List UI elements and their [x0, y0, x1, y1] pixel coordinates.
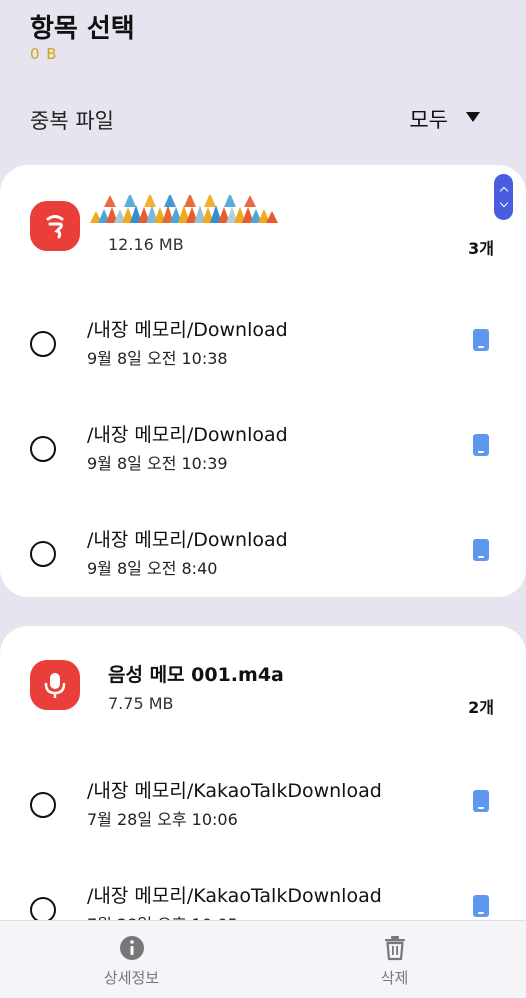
filter-label: 중복 파일: [30, 109, 114, 133]
list-item[interactable]: /내장 메모리/Download 9월 8일 오전 10:39: [0, 414, 526, 494]
phone-storage-icon: [473, 895, 489, 917]
select-radio[interactable]: [30, 331, 56, 357]
file-path: /내장 메모리/Download: [87, 319, 288, 341]
app-icon: [30, 201, 80, 251]
group-file-name: 음성 메모 001.m4a: [108, 664, 284, 686]
phone-storage-icon: [473, 790, 489, 812]
phone-storage-icon: [473, 329, 489, 351]
chevron-up-icon: [499, 186, 508, 196]
dropdown-arrow-icon[interactable]: [466, 112, 480, 122]
list-item[interactable]: /내장 메모리/Download 9월 8일 오전 8:40: [0, 519, 526, 599]
group-count: 3개: [468, 239, 494, 258]
trash-icon: [383, 935, 407, 965]
file-path: /내장 메모리/Download: [87, 424, 288, 446]
delete-button[interactable]: 삭제: [263, 921, 526, 998]
file-date: 9월 8일 오전 8:40: [87, 559, 218, 578]
fast-scroll-handle[interactable]: [494, 174, 513, 220]
chevron-down-icon: [499, 198, 508, 208]
file-path: /내장 메모리/Download: [87, 529, 288, 551]
blurred-file-name: [90, 195, 280, 227]
group-count: 2개: [468, 698, 494, 717]
select-radio[interactable]: [30, 792, 56, 818]
file-date: 9월 8일 오전 10:39: [87, 454, 228, 473]
delete-label: 삭제: [380, 969, 409, 987]
duplicate-group-card: 12.16 MB 3개 /내장 메모리/Download 9월 8일 오전 10…: [0, 165, 526, 597]
details-label: 상세정보: [103, 969, 160, 987]
file-path: /내장 메모리/KakaoTalkDownload: [87, 780, 382, 802]
bottom-action-bar: 상세정보 삭제: [0, 920, 526, 998]
duplicate-group-card: 음성 메모 001.m4a 7.75 MB 2개 /내장 메모리/KakaoTa…: [0, 626, 526, 946]
details-button[interactable]: 상세정보: [0, 921, 263, 998]
list-item[interactable]: /내장 메모리/KakaoTalkDownload 7월 28일 오후 10:0…: [0, 770, 526, 850]
file-path: /내장 메모리/KakaoTalkDownload: [87, 885, 382, 907]
selected-size: 0 B: [30, 45, 58, 63]
select-radio[interactable]: [30, 436, 56, 462]
microphone-icon: [30, 660, 80, 710]
page-title: 항목 선택: [30, 14, 135, 44]
phone-storage-icon: [473, 539, 489, 561]
filter-dropdown[interactable]: 모두: [409, 104, 448, 134]
list-item[interactable]: /내장 메모리/Download 9월 8일 오전 10:38: [0, 309, 526, 389]
phone-storage-icon: [473, 434, 489, 456]
group-file-size: 12.16 MB: [108, 235, 184, 254]
file-date: 7월 28일 오후 10:06: [87, 810, 238, 829]
select-radio[interactable]: [30, 541, 56, 567]
file-date: 9월 8일 오전 10:38: [87, 349, 228, 368]
group-file-size: 7.75 MB: [108, 694, 174, 713]
info-icon: [119, 935, 145, 965]
header: 항목 선택 0 B 중복 파일 모두: [0, 0, 526, 160]
